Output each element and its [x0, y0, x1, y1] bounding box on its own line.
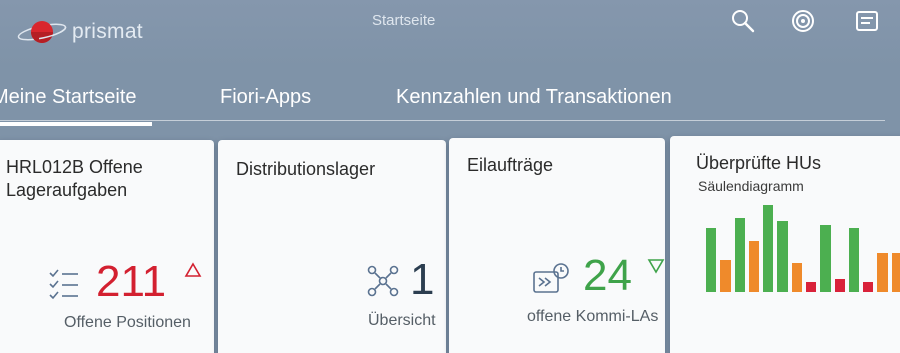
column-chart — [706, 202, 900, 292]
notifications-icon[interactable] — [790, 8, 816, 34]
task-list-icon — [49, 269, 78, 300]
tile-offene-lageraufgaben[interactable]: HRL012B Offene Lageraufgaben 211 Offene … — [0, 140, 214, 353]
tile-title: Distributionslager — [236, 159, 376, 179]
tab-selected-indicator — [0, 122, 152, 126]
menu-icon[interactable] — [854, 8, 880, 34]
express-delivery-icon — [533, 263, 569, 293]
tile-title: Überprüfte HUs — [696, 153, 822, 173]
chart-bar — [734, 218, 745, 292]
search-icon[interactable] — [730, 8, 756, 34]
chart-bar — [777, 221, 788, 292]
brand-name: prismat — [72, 20, 143, 43]
tab-bar: Meine Startseite Fiori-Apps Kennzahlen u… — [0, 72, 900, 130]
chart-bar — [748, 240, 760, 292]
trend-down-icon — [647, 259, 665, 274]
tab-meine-startseite[interactable]: Meine Startseite — [0, 86, 137, 109]
chart-bar — [791, 263, 802, 292]
chart-bar — [891, 253, 900, 292]
chart-bar — [720, 259, 731, 292]
tile-subtitle: Säulendiagramm — [698, 178, 804, 194]
tile-ueberpruefte-hus[interactable]: Überprüfte HUs Säulendiagramm — [670, 136, 900, 353]
tile-distributionslager[interactable]: Distributionslager 1 Übersicht — [218, 140, 446, 353]
tile-title: HRL012B Offene Lageraufgaben — [6, 157, 143, 200]
shell-header: prismat Startseite — [0, 0, 900, 66]
chart-bar — [806, 282, 817, 292]
trend-up-icon — [184, 262, 202, 277]
tab-divider — [0, 120, 885, 121]
tile-footer: Offene Positionen — [64, 314, 191, 331]
tab-fiori-apps[interactable]: Fiori-Apps — [220, 86, 311, 109]
chart-bar — [834, 279, 845, 292]
chart-bar — [820, 224, 831, 292]
chart-bar — [763, 205, 774, 292]
tile-footer: offene Kommi-LAs — [527, 308, 659, 325]
page-title: Startseite — [372, 12, 436, 29]
tile-footer: Übersicht — [368, 312, 436, 329]
kpi-value: 211 — [96, 257, 167, 306]
kpi-value: 24 — [583, 251, 632, 300]
brand-logo[interactable]: prismat — [16, 14, 143, 50]
chart-bar — [863, 282, 874, 292]
chart-bar — [848, 227, 860, 292]
kpi-value: 1 — [410, 255, 435, 304]
tile-eilauftraege[interactable]: Eilaufträge 24 offene Kommi-LAs — [449, 138, 665, 353]
chart-bar — [877, 253, 888, 292]
tab-kennzahlen-transaktionen[interactable]: Kennzahlen und Transaktionen — [396, 86, 672, 109]
prismat-logo-icon — [17, 21, 67, 43]
chart-bar — [706, 227, 717, 292]
tile-title: Eilaufträge — [467, 155, 554, 175]
network-icon — [367, 265, 399, 297]
